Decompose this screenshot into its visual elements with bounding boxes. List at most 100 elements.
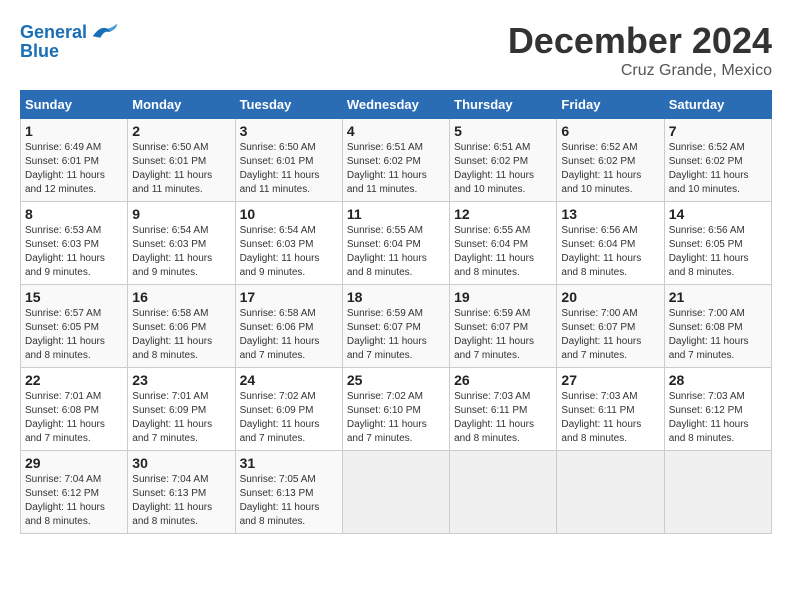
day-info: Sunrise: 6:49 AM Sunset: 6:01 PM Dayligh… bbox=[25, 141, 123, 197]
day-number: 12 bbox=[454, 206, 552, 222]
day-info: Sunrise: 6:59 AM Sunset: 6:07 PM Dayligh… bbox=[347, 307, 445, 363]
calendar-cell: 14 Sunrise: 6:56 AM Sunset: 6:05 PM Dayl… bbox=[664, 202, 771, 285]
calendar-cell: 27 Sunrise: 7:03 AM Sunset: 6:11 PM Dayl… bbox=[557, 368, 664, 451]
calendar-cell bbox=[450, 451, 557, 534]
day-info: Sunrise: 6:50 AM Sunset: 6:01 PM Dayligh… bbox=[132, 141, 230, 197]
day-number: 27 bbox=[561, 372, 659, 388]
logo-text2: Blue bbox=[20, 41, 59, 62]
page-header: General Blue December 2024 Cruz Grande, … bbox=[20, 20, 772, 80]
weekday-header-row: SundayMondayTuesdayWednesdayThursdayFrid… bbox=[21, 91, 772, 119]
calendar-cell: 22 Sunrise: 7:01 AM Sunset: 6:08 PM Dayl… bbox=[21, 368, 128, 451]
day-number: 13 bbox=[561, 206, 659, 222]
day-number: 20 bbox=[561, 289, 659, 305]
day-number: 15 bbox=[25, 289, 123, 305]
day-number: 7 bbox=[669, 123, 767, 139]
day-info: Sunrise: 6:57 AM Sunset: 6:05 PM Dayligh… bbox=[25, 307, 123, 363]
calendar-cell: 9 Sunrise: 6:54 AM Sunset: 6:03 PM Dayli… bbox=[128, 202, 235, 285]
day-number: 10 bbox=[240, 206, 338, 222]
calendar-week-row: 29 Sunrise: 7:04 AM Sunset: 6:12 PM Dayl… bbox=[21, 451, 772, 534]
day-info: Sunrise: 6:52 AM Sunset: 6:02 PM Dayligh… bbox=[561, 141, 659, 197]
location-subtitle: Cruz Grande, Mexico bbox=[508, 62, 772, 80]
day-info: Sunrise: 6:56 AM Sunset: 6:05 PM Dayligh… bbox=[669, 224, 767, 280]
calendar-cell: 28 Sunrise: 7:03 AM Sunset: 6:12 PM Dayl… bbox=[664, 368, 771, 451]
day-number: 1 bbox=[25, 123, 123, 139]
day-info: Sunrise: 6:54 AM Sunset: 6:03 PM Dayligh… bbox=[240, 224, 338, 280]
day-info: Sunrise: 6:56 AM Sunset: 6:04 PM Dayligh… bbox=[561, 224, 659, 280]
day-number: 21 bbox=[669, 289, 767, 305]
logo-text: General bbox=[20, 22, 87, 43]
day-number: 19 bbox=[454, 289, 552, 305]
day-info: Sunrise: 6:51 AM Sunset: 6:02 PM Dayligh… bbox=[347, 141, 445, 197]
day-info: Sunrise: 7:01 AM Sunset: 6:09 PM Dayligh… bbox=[132, 390, 230, 446]
day-number: 24 bbox=[240, 372, 338, 388]
weekday-header-sunday: Sunday bbox=[21, 91, 128, 119]
calendar-cell: 31 Sunrise: 7:05 AM Sunset: 6:13 PM Dayl… bbox=[235, 451, 342, 534]
calendar-cell: 8 Sunrise: 6:53 AM Sunset: 6:03 PM Dayli… bbox=[21, 202, 128, 285]
day-number: 26 bbox=[454, 372, 552, 388]
day-info: Sunrise: 7:00 AM Sunset: 6:08 PM Dayligh… bbox=[669, 307, 767, 363]
day-info: Sunrise: 7:03 AM Sunset: 6:11 PM Dayligh… bbox=[561, 390, 659, 446]
day-info: Sunrise: 7:02 AM Sunset: 6:10 PM Dayligh… bbox=[347, 390, 445, 446]
day-info: Sunrise: 6:55 AM Sunset: 6:04 PM Dayligh… bbox=[454, 224, 552, 280]
day-info: Sunrise: 7:00 AM Sunset: 6:07 PM Dayligh… bbox=[561, 307, 659, 363]
day-info: Sunrise: 6:55 AM Sunset: 6:04 PM Dayligh… bbox=[347, 224, 445, 280]
calendar-cell: 26 Sunrise: 7:03 AM Sunset: 6:11 PM Dayl… bbox=[450, 368, 557, 451]
day-number: 11 bbox=[347, 206, 445, 222]
day-number: 14 bbox=[669, 206, 767, 222]
weekday-header-friday: Friday bbox=[557, 91, 664, 119]
day-info: Sunrise: 6:59 AM Sunset: 6:07 PM Dayligh… bbox=[454, 307, 552, 363]
calendar-cell: 15 Sunrise: 6:57 AM Sunset: 6:05 PM Dayl… bbox=[21, 285, 128, 368]
calendar-table: SundayMondayTuesdayWednesdayThursdayFrid… bbox=[20, 90, 772, 534]
logo-bird-icon bbox=[89, 20, 119, 45]
calendar-week-row: 22 Sunrise: 7:01 AM Sunset: 6:08 PM Dayl… bbox=[21, 368, 772, 451]
calendar-cell bbox=[664, 451, 771, 534]
day-number: 9 bbox=[132, 206, 230, 222]
calendar-cell: 20 Sunrise: 7:00 AM Sunset: 6:07 PM Dayl… bbox=[557, 285, 664, 368]
title-block: December 2024 Cruz Grande, Mexico bbox=[508, 20, 772, 80]
day-number: 23 bbox=[132, 372, 230, 388]
calendar-header: SundayMondayTuesdayWednesdayThursdayFrid… bbox=[21, 91, 772, 119]
day-number: 28 bbox=[669, 372, 767, 388]
weekday-header-wednesday: Wednesday bbox=[342, 91, 449, 119]
calendar-cell: 24 Sunrise: 7:02 AM Sunset: 6:09 PM Dayl… bbox=[235, 368, 342, 451]
day-info: Sunrise: 7:04 AM Sunset: 6:13 PM Dayligh… bbox=[132, 473, 230, 529]
day-number: 22 bbox=[25, 372, 123, 388]
calendar-cell: 6 Sunrise: 6:52 AM Sunset: 6:02 PM Dayli… bbox=[557, 119, 664, 202]
day-info: Sunrise: 7:03 AM Sunset: 6:11 PM Dayligh… bbox=[454, 390, 552, 446]
calendar-cell: 11 Sunrise: 6:55 AM Sunset: 6:04 PM Dayl… bbox=[342, 202, 449, 285]
calendar-cell: 10 Sunrise: 6:54 AM Sunset: 6:03 PM Dayl… bbox=[235, 202, 342, 285]
calendar-cell: 23 Sunrise: 7:01 AM Sunset: 6:09 PM Dayl… bbox=[128, 368, 235, 451]
calendar-cell: 5 Sunrise: 6:51 AM Sunset: 6:02 PM Dayli… bbox=[450, 119, 557, 202]
day-number: 3 bbox=[240, 123, 338, 139]
calendar-week-row: 8 Sunrise: 6:53 AM Sunset: 6:03 PM Dayli… bbox=[21, 202, 772, 285]
calendar-cell: 19 Sunrise: 6:59 AM Sunset: 6:07 PM Dayl… bbox=[450, 285, 557, 368]
day-info: Sunrise: 7:02 AM Sunset: 6:09 PM Dayligh… bbox=[240, 390, 338, 446]
day-info: Sunrise: 6:54 AM Sunset: 6:03 PM Dayligh… bbox=[132, 224, 230, 280]
day-number: 29 bbox=[25, 455, 123, 471]
day-number: 16 bbox=[132, 289, 230, 305]
calendar-cell: 29 Sunrise: 7:04 AM Sunset: 6:12 PM Dayl… bbox=[21, 451, 128, 534]
logo: General Blue bbox=[20, 20, 119, 62]
day-info: Sunrise: 7:04 AM Sunset: 6:12 PM Dayligh… bbox=[25, 473, 123, 529]
day-info: Sunrise: 6:58 AM Sunset: 6:06 PM Dayligh… bbox=[240, 307, 338, 363]
calendar-week-row: 1 Sunrise: 6:49 AM Sunset: 6:01 PM Dayli… bbox=[21, 119, 772, 202]
calendar-cell: 13 Sunrise: 6:56 AM Sunset: 6:04 PM Dayl… bbox=[557, 202, 664, 285]
calendar-cell bbox=[557, 451, 664, 534]
calendar-week-row: 15 Sunrise: 6:57 AM Sunset: 6:05 PM Dayl… bbox=[21, 285, 772, 368]
day-number: 30 bbox=[132, 455, 230, 471]
calendar-cell: 2 Sunrise: 6:50 AM Sunset: 6:01 PM Dayli… bbox=[128, 119, 235, 202]
day-info: Sunrise: 6:51 AM Sunset: 6:02 PM Dayligh… bbox=[454, 141, 552, 197]
weekday-header-thursday: Thursday bbox=[450, 91, 557, 119]
day-number: 18 bbox=[347, 289, 445, 305]
day-number: 8 bbox=[25, 206, 123, 222]
calendar-cell: 1 Sunrise: 6:49 AM Sunset: 6:01 PM Dayli… bbox=[21, 119, 128, 202]
calendar-cell: 3 Sunrise: 6:50 AM Sunset: 6:01 PM Dayli… bbox=[235, 119, 342, 202]
calendar-body: 1 Sunrise: 6:49 AM Sunset: 6:01 PM Dayli… bbox=[21, 119, 772, 534]
calendar-cell: 12 Sunrise: 6:55 AM Sunset: 6:04 PM Dayl… bbox=[450, 202, 557, 285]
calendar-cell: 25 Sunrise: 7:02 AM Sunset: 6:10 PM Dayl… bbox=[342, 368, 449, 451]
day-info: Sunrise: 6:58 AM Sunset: 6:06 PM Dayligh… bbox=[132, 307, 230, 363]
day-info: Sunrise: 6:53 AM Sunset: 6:03 PM Dayligh… bbox=[25, 224, 123, 280]
calendar-cell: 4 Sunrise: 6:51 AM Sunset: 6:02 PM Dayli… bbox=[342, 119, 449, 202]
calendar-cell: 30 Sunrise: 7:04 AM Sunset: 6:13 PM Dayl… bbox=[128, 451, 235, 534]
day-number: 31 bbox=[240, 455, 338, 471]
